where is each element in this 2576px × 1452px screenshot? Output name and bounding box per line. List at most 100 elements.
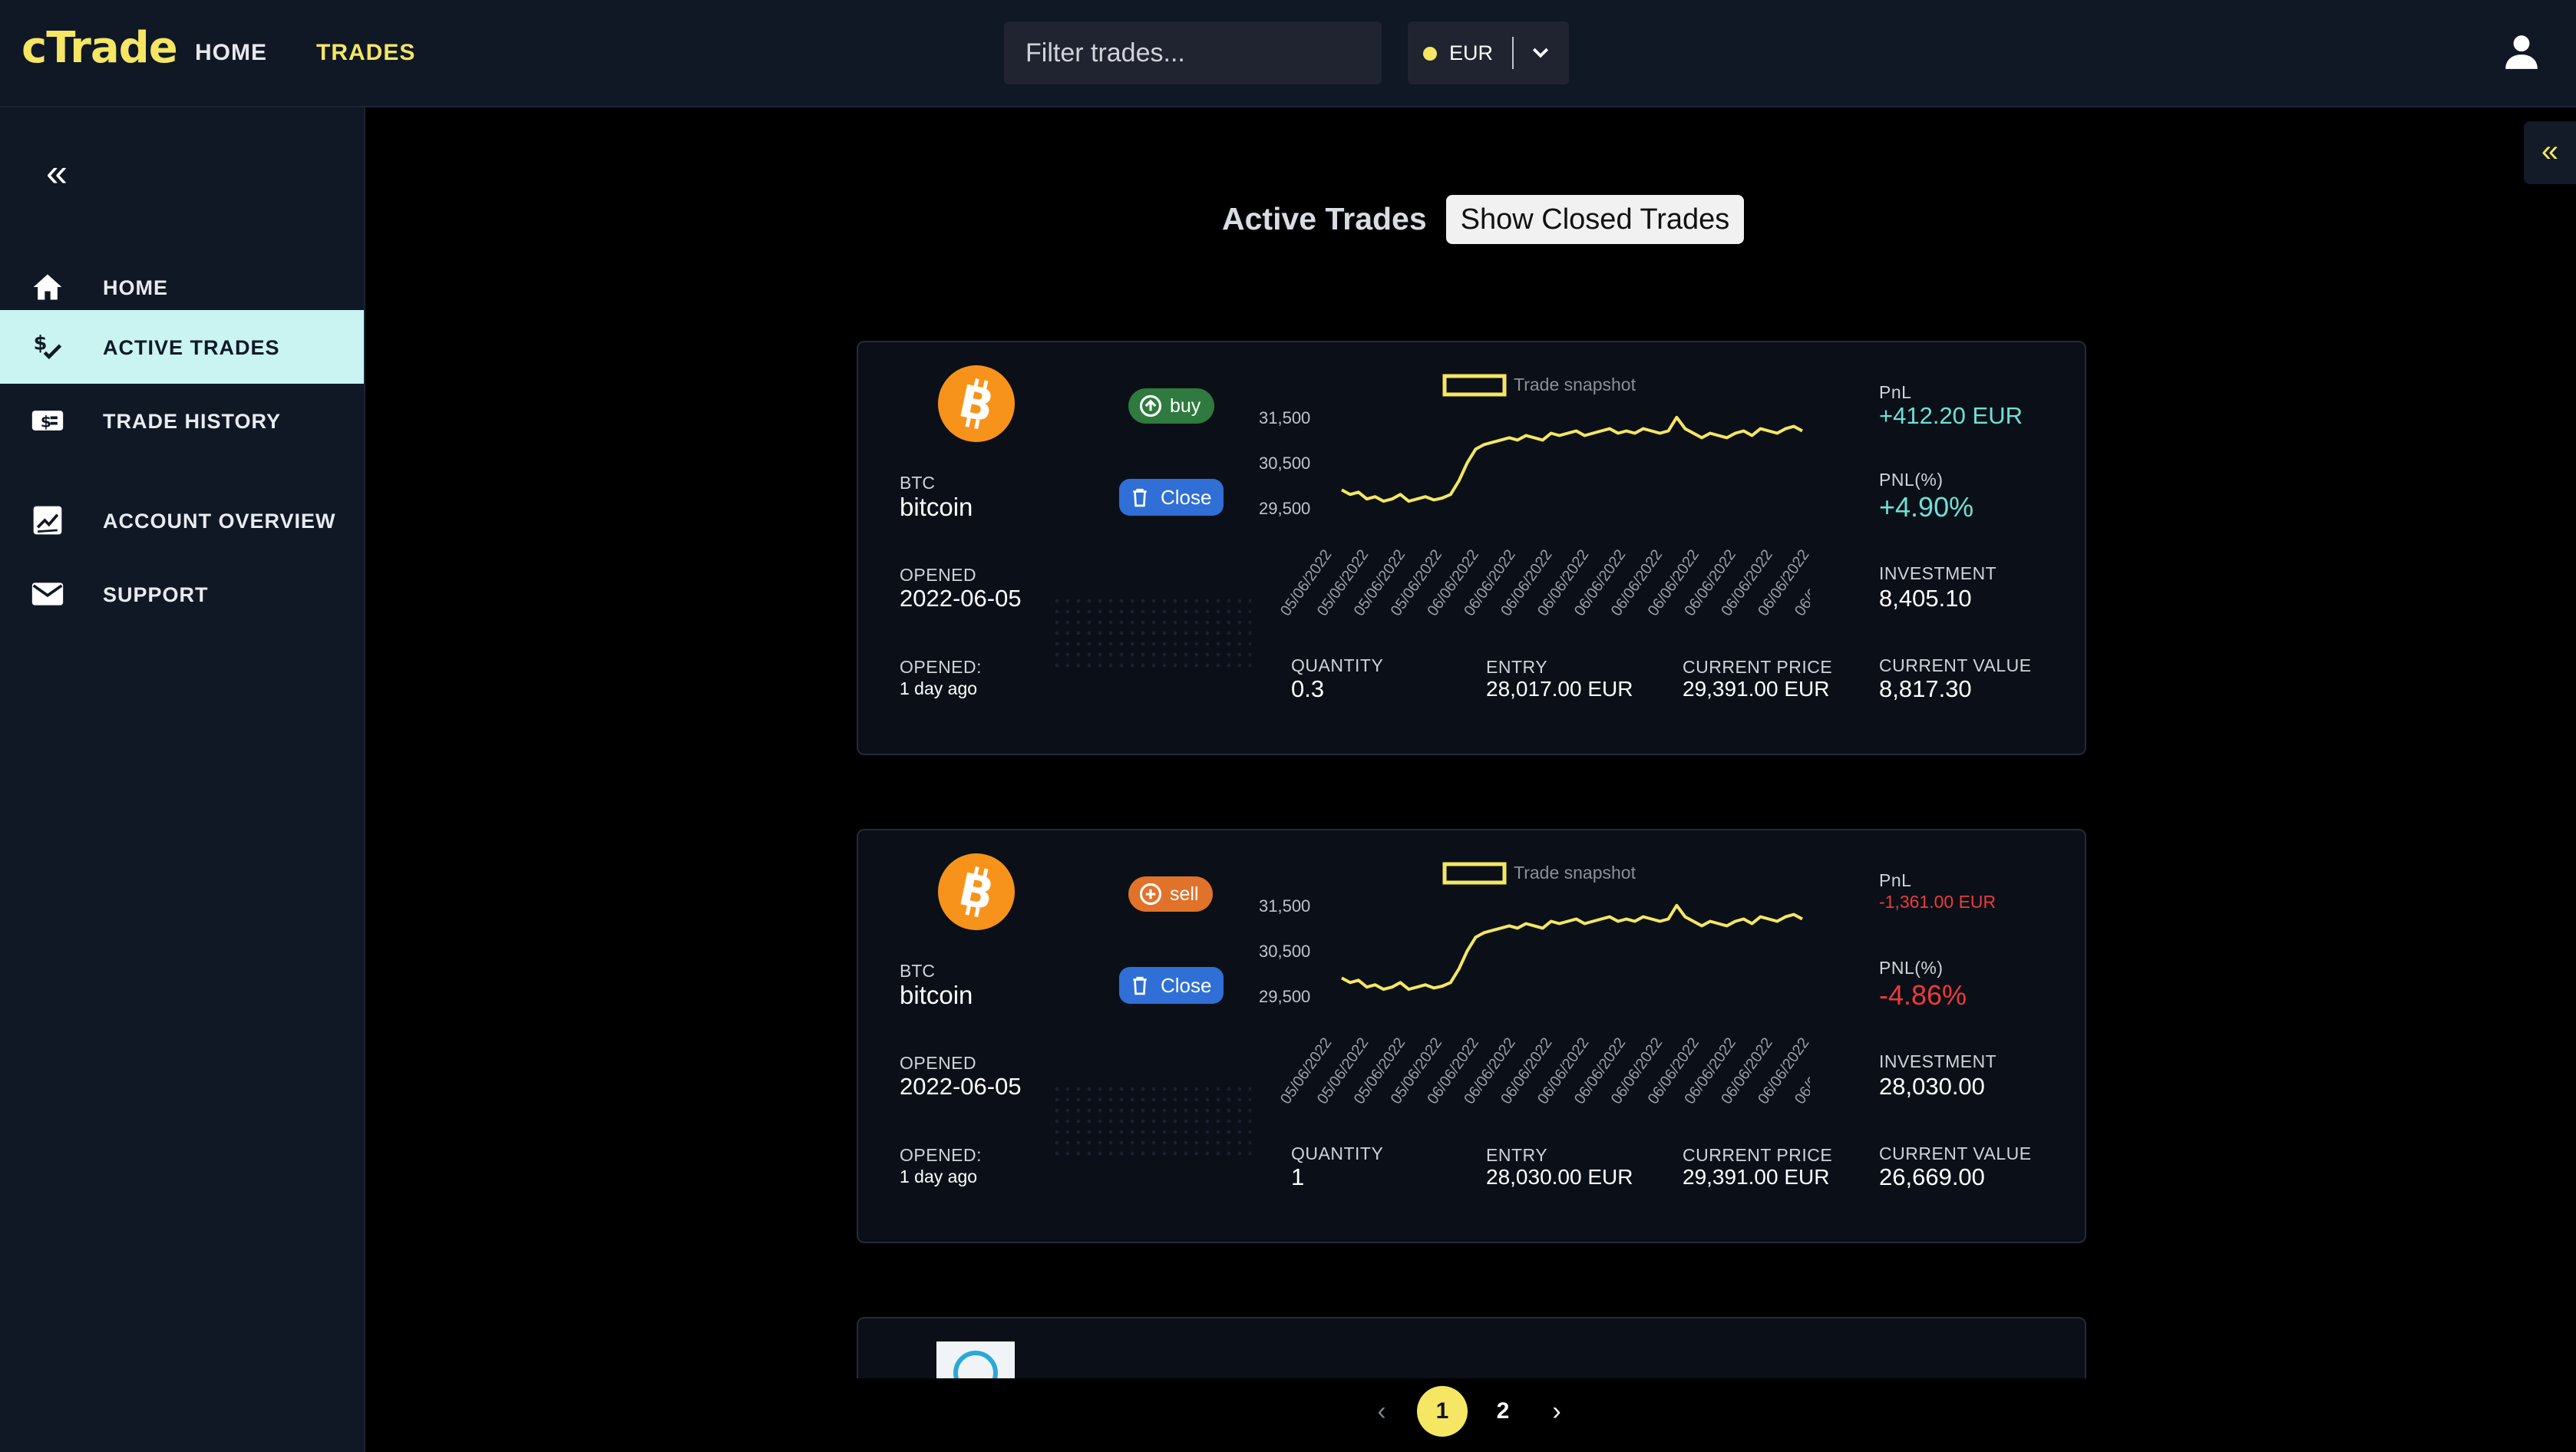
money-icon: $: [31, 411, 64, 431]
svg-text:$: $: [34, 332, 48, 355]
trade-snapshot-chart: Trade snapshot31,50030,50029,50005/06/20…: [1259, 862, 1810, 1107]
investment-value: 28,030.00: [1879, 1073, 1985, 1100]
quantity-value: 1: [1291, 1163, 1305, 1190]
currency-label: EUR: [1449, 41, 1494, 64]
quantity-value: 0.3: [1291, 675, 1325, 702]
pnl-pct-value: +4.90%: [1879, 491, 1974, 523]
trash-icon: [1133, 976, 1147, 995]
current-price-value: 29,391.00 EUR: [1683, 677, 1830, 701]
page-current[interactable]: 1: [1417, 1386, 1468, 1437]
trade-snapshot-chart: Trade snapshot31,50030,50029,50005/06/20…: [1259, 374, 1810, 619]
trade-symbol: BTC: [900, 473, 935, 493]
close-label: Close: [1161, 486, 1212, 509]
trade-symbol: BTC: [900, 961, 935, 981]
sidebar-item-active-trades[interactable]: $ ACTIVE TRADES: [0, 310, 364, 384]
quantity-key: QUANTITY: [1291, 655, 1384, 675]
svg-text:$: $: [41, 412, 51, 431]
plus-circle-icon: [1139, 883, 1162, 906]
trade-card: B sell BTC bitcoin Close OPENED 2022-06-…: [857, 829, 2086, 1243]
sidebar: « HOME $ ACTIVE TRADES $ TRADE HISTORY A…: [0, 107, 365, 1452]
opened-value: 2022-06-05: [900, 1073, 1022, 1100]
price-line: [1341, 903, 1803, 992]
sidebar-item-account-overview[interactable]: ACCOUNT OVERVIEW: [0, 483, 364, 557]
top-bar: cTrade HOME TRADES EUR: [0, 0, 2576, 107]
current-value-key: CURRENT VALUE: [1879, 1143, 2032, 1163]
y-tick-label: 29,500: [1259, 499, 1310, 518]
trade-name: bitcoin: [900, 493, 973, 521]
app-logo[interactable]: cTrade: [21, 23, 178, 73]
entry-value: 28,017.00 EUR: [1486, 677, 1633, 701]
opened-rel-value: 1 day ago: [900, 678, 978, 698]
pnl-value: -1,361.00 EUR: [1879, 892, 1996, 912]
y-tick-label: 29,500: [1259, 987, 1310, 1006]
topnav-home[interactable]: HOME: [195, 40, 267, 66]
close-label: Close: [1161, 974, 1212, 997]
opened-rel-value: 1 day ago: [900, 1167, 978, 1186]
active-trades-title[interactable]: Active Trades: [1222, 201, 1427, 237]
y-tick-label: 30,500: [1259, 454, 1310, 473]
collapse-sidebar-icon[interactable]: «: [46, 153, 68, 192]
buy-badge: buy: [1128, 388, 1215, 424]
currency-select[interactable]: EUR: [1408, 21, 1569, 84]
bitcoin-icon: B: [938, 365, 1015, 442]
pagination: ‹ 1 2 ›: [1366, 1386, 1581, 1437]
pnl-pct-value: -4.86%: [1879, 979, 1967, 1011]
current-price-value: 29,391.00 EUR: [1683, 1165, 1830, 1189]
pnl-key: PnL: [1879, 870, 1912, 890]
sidebar-item-label: ACTIVE TRADES: [103, 336, 280, 359]
close-trade-button[interactable]: Close: [1119, 967, 1224, 1004]
entry-key: ENTRY: [1486, 657, 1548, 677]
trade-name: bitcoin: [900, 981, 973, 1009]
legend-swatch: [1442, 862, 1507, 885]
close-trade-button[interactable]: Close: [1119, 479, 1224, 516]
opened-value: 2022-06-05: [900, 585, 1022, 612]
current-value-value: 8,817.30: [1879, 675, 1972, 702]
user-account-icon[interactable]: [2502, 32, 2541, 71]
sidebar-item-label: ACCOUNT OVERVIEW: [103, 510, 336, 533]
topnav-trades[interactable]: TRADES: [316, 40, 415, 66]
entry-value: 28,030.00 EUR: [1486, 1165, 1633, 1189]
investment-value: 8,405.10: [1879, 585, 1972, 612]
trade-card: B buy BTC bitcoin Close OPENED 2022-06-0…: [857, 341, 2086, 755]
trade-card-partial: [857, 1317, 2086, 1378]
decorative-dots: [1052, 1084, 1251, 1160]
prev-page-icon[interactable]: ‹: [1366, 1386, 1397, 1437]
current-price-key: CURRENT PRICE: [1683, 657, 1833, 677]
filter-trades-input[interactable]: [1004, 21, 1382, 84]
pnl-pct-key: PNL(%): [1879, 470, 1944, 490]
opened-rel-key: OPENED:: [900, 657, 983, 677]
y-tick-label: 31,500: [1259, 896, 1310, 916]
home-icon: [33, 274, 62, 300]
entry-key: ENTRY: [1486, 1145, 1548, 1165]
current-price-key: CURRENT PRICE: [1683, 1145, 1833, 1165]
page-2[interactable]: 2: [1488, 1386, 1518, 1437]
chart-icon: [33, 506, 62, 535]
chevron-down-icon[interactable]: [1529, 41, 1552, 64]
show-closed-trades-button[interactable]: Show Closed Trades: [1446, 195, 1744, 244]
bitcoin-icon: B: [938, 853, 1015, 930]
current-value-value: 26,669.00: [1879, 1163, 1985, 1190]
legend-label: Trade snapshot: [1514, 375, 1636, 394]
pnl-pct-key: PNL(%): [1879, 958, 1944, 978]
mail-icon: [31, 582, 64, 606]
y-tick-label: 30,500: [1259, 942, 1310, 961]
opened-key: OPENED: [900, 1053, 977, 1073]
side-label: sell: [1170, 883, 1199, 905]
currency-separator: [1512, 37, 1514, 69]
sidebar-item-label: SUPPORT: [103, 583, 209, 606]
next-page-icon[interactable]: ›: [1541, 1386, 1572, 1437]
investment-key: INVESTMENT: [1879, 563, 1997, 583]
legend-swatch: [1442, 374, 1507, 397]
dollar-check-icon: $: [34, 332, 62, 360]
currency-dot: [1423, 47, 1437, 61]
legend-label: Trade snapshot: [1514, 863, 1636, 883]
sidebar-item-label: TRADE HISTORY: [103, 410, 282, 433]
sidebar-item-support[interactable]: SUPPORT: [0, 557, 364, 631]
investment-key: INVESTMENT: [1879, 1051, 1997, 1071]
arrow-up-circle-icon: [1139, 394, 1162, 417]
decorative-dots: [1052, 596, 1251, 672]
right-panel-toggle-icon[interactable]: «: [2524, 121, 2576, 184]
opened-rel-key: OPENED:: [900, 1145, 983, 1165]
price-line: [1341, 415, 1803, 503]
sidebar-item-trade-history[interactable]: $ TRADE HISTORY: [0, 384, 364, 457]
